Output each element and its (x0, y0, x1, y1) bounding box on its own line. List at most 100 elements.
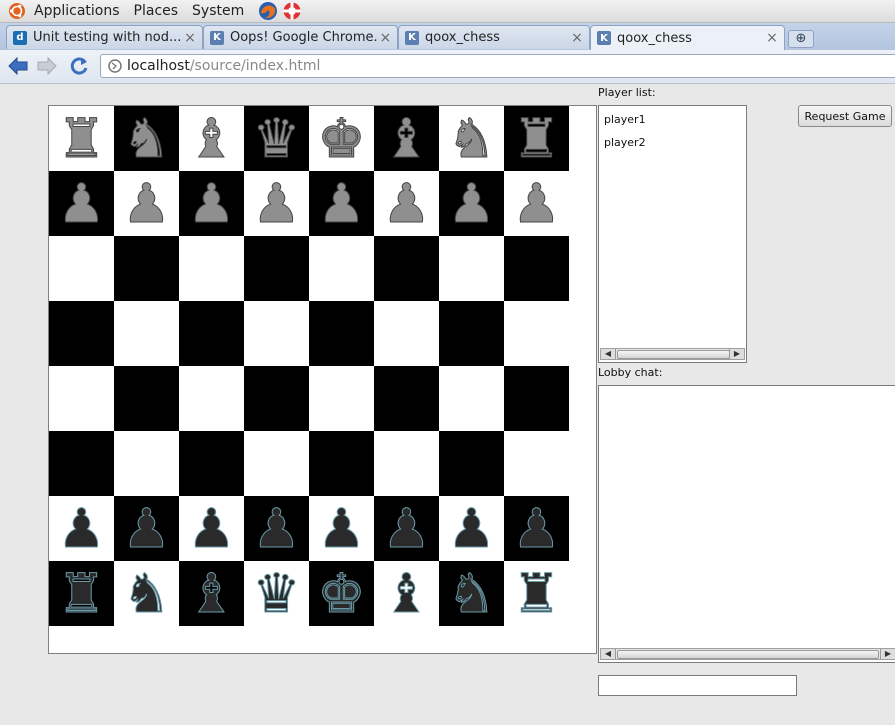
board-square[interactable]: ♟ (439, 171, 504, 236)
board-square[interactable]: ♟ (439, 496, 504, 561)
player-list[interactable]: player1 player2 ◀ ▶ (598, 105, 747, 363)
board-square[interactable] (179, 431, 244, 496)
board-square[interactable] (114, 366, 179, 431)
board-square[interactable] (309, 301, 374, 366)
board-square[interactable] (49, 301, 114, 366)
black-pawn-piece[interactable]: ♟ (57, 496, 106, 561)
help-lifebuoy-icon[interactable] (282, 1, 302, 21)
board-square[interactable]: ♚ (309, 106, 374, 171)
applications-menu[interactable]: Applications (34, 3, 120, 19)
board-square[interactable]: ♟ (504, 496, 569, 561)
board-square[interactable]: ♛ (244, 561, 309, 626)
board-square[interactable] (439, 366, 504, 431)
scroll-right-icon[interactable]: ▶ (729, 349, 744, 359)
gray-pawn-piece[interactable]: ♟ (447, 171, 496, 236)
black-knight-piece[interactable]: ♞ (122, 561, 171, 626)
tab-close-icon[interactable]: × (182, 30, 198, 46)
tab-oops-chrome[interactable]: K Oops! Google Chrome... × (203, 25, 398, 49)
gray-knight-piece[interactable]: ♞ (122, 106, 171, 171)
board-square[interactable]: ♟ (179, 496, 244, 561)
black-king-piece[interactable]: ♚ (317, 561, 366, 626)
black-queen-piece[interactable]: ♛ (252, 561, 301, 626)
board-square[interactable] (244, 301, 309, 366)
forward-button[interactable] (36, 55, 58, 77)
board-square[interactable]: ♛ (244, 106, 309, 171)
black-rook-piece[interactable]: ♜ (512, 561, 561, 626)
board-square[interactable] (309, 236, 374, 301)
board-square[interactable] (49, 366, 114, 431)
board-square[interactable]: ♟ (49, 496, 114, 561)
board-square[interactable] (374, 431, 439, 496)
scrollbar-thumb[interactable] (617, 350, 730, 359)
black-pawn-piece[interactable]: ♟ (512, 496, 561, 561)
gray-pawn-piece[interactable]: ♟ (57, 171, 106, 236)
player-list-item[interactable]: player2 (599, 131, 746, 154)
reload-button[interactable] (68, 55, 90, 77)
board-square[interactable]: ♟ (374, 171, 439, 236)
board-square[interactable] (309, 431, 374, 496)
black-bishop-piece[interactable]: ♝ (187, 561, 236, 626)
board-square[interactable] (49, 431, 114, 496)
board-square[interactable] (114, 301, 179, 366)
gray-rook-piece[interactable]: ♜ (512, 106, 561, 171)
board-square[interactable]: ♚ (309, 561, 374, 626)
board-square[interactable] (114, 236, 179, 301)
board-square[interactable]: ♞ (114, 561, 179, 626)
player-list-scrollbar[interactable]: ◀ ▶ (600, 348, 745, 360)
board-square[interactable]: ♟ (114, 171, 179, 236)
address-bar[interactable]: localhost/source/index.html (100, 54, 895, 78)
system-menu[interactable]: System (192, 3, 244, 19)
board-square[interactable] (374, 366, 439, 431)
board-square[interactable] (504, 301, 569, 366)
board-square[interactable]: ♜ (49, 561, 114, 626)
board-square[interactable] (244, 366, 309, 431)
board-square[interactable]: ♞ (439, 561, 504, 626)
board-square[interactable]: ♞ (439, 106, 504, 171)
board-square[interactable]: ♝ (179, 561, 244, 626)
board-square[interactable] (179, 236, 244, 301)
gray-knight-piece[interactable]: ♞ (447, 106, 496, 171)
tab-close-icon[interactable]: × (378, 30, 393, 46)
board-square[interactable] (439, 236, 504, 301)
gray-pawn-piece[interactable]: ♟ (122, 171, 171, 236)
board-square[interactable]: ♟ (49, 171, 114, 236)
gray-queen-piece[interactable]: ♛ (252, 106, 301, 171)
black-pawn-piece[interactable]: ♟ (317, 496, 366, 561)
new-tab-button[interactable]: ⊕ (788, 30, 814, 48)
board-square[interactable]: ♟ (374, 496, 439, 561)
lobby-chat-log[interactable]: ◀ ▶ (598, 385, 895, 663)
board-square[interactable]: ♜ (504, 106, 569, 171)
scroll-right-icon[interactable]: ▶ (880, 649, 895, 659)
player-list-item[interactable]: player1 (599, 108, 746, 131)
ubuntu-logo-icon[interactable] (8, 2, 26, 20)
scroll-left-icon[interactable]: ◀ (601, 649, 616, 659)
gray-king-piece[interactable]: ♚ (317, 106, 366, 171)
chat-message-input[interactable] (598, 675, 797, 696)
black-bishop-piece[interactable]: ♝ (382, 561, 431, 626)
board-square[interactable] (374, 236, 439, 301)
board-square[interactable]: ♝ (374, 561, 439, 626)
tab-close-icon[interactable]: × (569, 30, 585, 46)
board-square[interactable] (309, 366, 374, 431)
board-square[interactable] (114, 431, 179, 496)
places-menu[interactable]: Places (134, 3, 179, 19)
board-square[interactable]: ♜ (49, 106, 114, 171)
board-square[interactable]: ♟ (504, 171, 569, 236)
board-square[interactable]: ♟ (114, 496, 179, 561)
scroll-left-icon[interactable]: ◀ (601, 349, 616, 359)
black-pawn-piece[interactable]: ♟ (122, 496, 171, 561)
gray-pawn-piece[interactable]: ♟ (382, 171, 431, 236)
black-rook-piece[interactable]: ♜ (57, 561, 106, 626)
board-square[interactable] (179, 301, 244, 366)
request-game-button[interactable]: Request Game (798, 105, 892, 127)
black-pawn-piece[interactable]: ♟ (252, 496, 301, 561)
gray-pawn-piece[interactable]: ♟ (512, 171, 561, 236)
board-square[interactable] (504, 366, 569, 431)
firefox-launcher-icon[interactable] (258, 1, 278, 21)
board-square[interactable] (504, 431, 569, 496)
gray-bishop-piece[interactable]: ♝ (382, 106, 431, 171)
tab-close-icon[interactable]: × (764, 30, 780, 46)
board-square[interactable] (179, 366, 244, 431)
board-square[interactable]: ♝ (374, 106, 439, 171)
gray-bishop-piece[interactable]: ♝ (187, 106, 236, 171)
